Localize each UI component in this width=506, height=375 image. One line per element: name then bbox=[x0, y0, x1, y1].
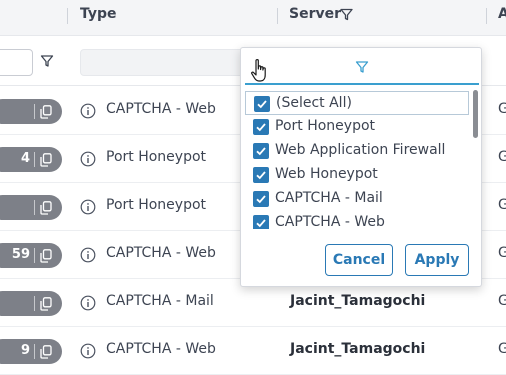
filter-option-label: (Select All) bbox=[276, 95, 352, 111]
checkbox-checked-icon[interactable] bbox=[253, 167, 269, 183]
filter-option-list: (Select All) Port Honeypot Web Applicati… bbox=[241, 89, 481, 229]
checkbox-checked-icon[interactable] bbox=[253, 119, 269, 135]
count-badge: 9 bbox=[0, 339, 62, 364]
info-icon[interactable] bbox=[80, 151, 96, 167]
active-tab-underline bbox=[245, 83, 479, 85]
count-badge bbox=[0, 99, 62, 124]
filter-list-scrollbar[interactable] bbox=[473, 90, 479, 228]
type-cell: CAPTCHA - Web bbox=[106, 101, 216, 117]
info-icon[interactable] bbox=[80, 295, 96, 311]
a-cell: G bbox=[498, 341, 506, 357]
table-row[interactable]: 9 CAPTCHA - Web Jacint_Tamagochi G bbox=[0, 327, 506, 375]
hand-cursor-icon bbox=[251, 59, 266, 82]
filter-option-label: Web Application Firewall bbox=[275, 142, 446, 158]
count-value: 9 bbox=[20, 343, 30, 358]
a-cell: G bbox=[498, 101, 506, 117]
copy-icon[interactable] bbox=[40, 201, 52, 215]
filter-tab[interactable] bbox=[241, 48, 481, 86]
copy-icon[interactable] bbox=[40, 105, 52, 119]
a-cell: G bbox=[498, 245, 506, 261]
column-separator[interactable] bbox=[277, 8, 278, 24]
count-badge bbox=[0, 291, 62, 316]
filter-option[interactable]: Port Honeypot bbox=[245, 115, 469, 139]
apply-button[interactable]: Apply bbox=[405, 244, 469, 276]
cancel-button[interactable]: Cancel bbox=[325, 244, 393, 276]
a-cell: G bbox=[498, 293, 506, 309]
checkbox-checked-icon[interactable] bbox=[254, 96, 270, 112]
copy-icon[interactable] bbox=[40, 297, 52, 311]
count-value: 4 bbox=[20, 151, 30, 166]
count-badge: 59 bbox=[0, 243, 62, 268]
copy-icon[interactable] bbox=[40, 249, 52, 263]
count-filter-icon[interactable] bbox=[40, 54, 54, 68]
copy-icon[interactable] bbox=[40, 345, 52, 359]
filter-option-select-all[interactable]: (Select All) bbox=[245, 91, 469, 115]
info-icon[interactable] bbox=[80, 103, 96, 119]
type-filter-input[interactable] bbox=[80, 49, 260, 76]
filter-option-label: Port Honeypot bbox=[275, 118, 376, 134]
type-cell: CAPTCHA - Web bbox=[106, 341, 216, 357]
a-cell: G bbox=[498, 197, 506, 213]
badge-divider bbox=[34, 296, 35, 311]
server-cell: Jacint_Tamagochi bbox=[290, 341, 426, 357]
badge-divider bbox=[34, 200, 35, 215]
copy-icon[interactable] bbox=[40, 153, 52, 167]
info-icon[interactable] bbox=[80, 343, 96, 359]
scrollbar-thumb[interactable] bbox=[473, 90, 478, 138]
filter-option[interactable]: CAPTCHA - Web bbox=[245, 211, 469, 229]
filter-option-label: CAPTCHA - Mail bbox=[275, 190, 383, 206]
column-header-a[interactable]: A bbox=[498, 6, 506, 22]
filter-option-label: Web Honeypot bbox=[275, 166, 378, 182]
type-cell: Port Honeypot bbox=[106, 149, 207, 165]
checkbox-checked-icon[interactable] bbox=[253, 143, 269, 159]
type-cell: CAPTCHA - Mail bbox=[106, 293, 214, 309]
a-cell: G bbox=[498, 149, 506, 165]
grid-header: Type Server A bbox=[0, 0, 506, 36]
server-filter-popup: (Select All) Port Honeypot Web Applicati… bbox=[240, 47, 482, 287]
filter-option-label: CAPTCHA - Web bbox=[275, 214, 385, 229]
badge-divider bbox=[34, 248, 35, 263]
checkbox-checked-icon[interactable] bbox=[253, 191, 269, 207]
badge-divider bbox=[34, 104, 35, 119]
count-value: 59 bbox=[11, 247, 30, 262]
badge-divider bbox=[34, 344, 35, 359]
info-icon[interactable] bbox=[80, 199, 96, 215]
count-badge: 4 bbox=[0, 147, 62, 172]
count-badge bbox=[0, 195, 62, 220]
type-cell: CAPTCHA - Web bbox=[106, 245, 216, 261]
column-header-type[interactable]: Type bbox=[80, 6, 117, 22]
server-filter-icon[interactable] bbox=[340, 8, 353, 21]
column-separator[interactable] bbox=[486, 8, 487, 24]
info-icon[interactable] bbox=[80, 247, 96, 263]
badge-divider bbox=[34, 152, 35, 167]
server-cell: Jacint_Tamagochi bbox=[290, 293, 426, 309]
type-cell: Port Honeypot bbox=[106, 197, 207, 213]
count-filter-input[interactable] bbox=[0, 49, 33, 76]
filter-option[interactable]: CAPTCHA - Mail bbox=[245, 187, 469, 211]
filter-option[interactable]: Web Honeypot bbox=[245, 163, 469, 187]
filter-option[interactable]: Web Application Firewall bbox=[245, 139, 469, 163]
column-separator[interactable] bbox=[67, 8, 68, 24]
column-header-server[interactable]: Server bbox=[289, 6, 341, 22]
checkbox-checked-icon[interactable] bbox=[253, 215, 269, 229]
filter-tab-icon[interactable] bbox=[355, 60, 369, 74]
